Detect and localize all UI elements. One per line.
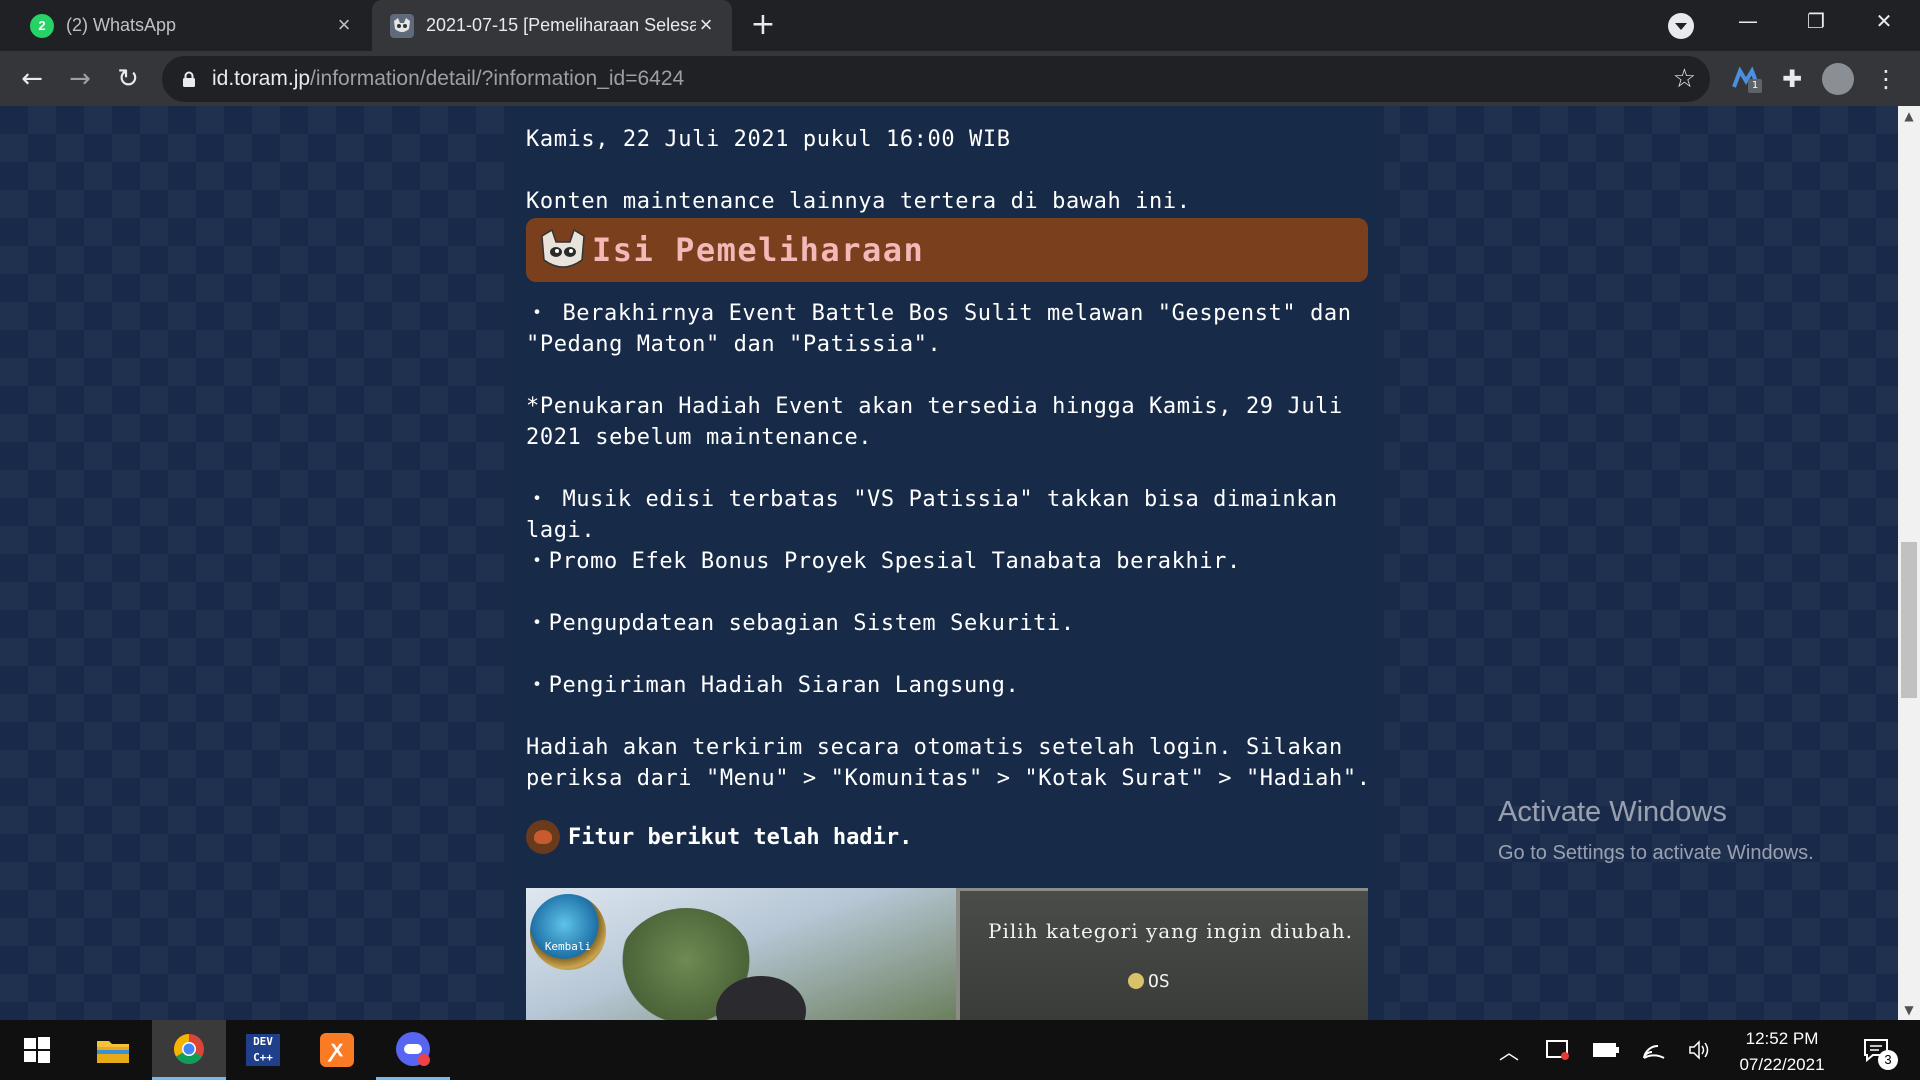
game-screenshot: Kembali Pilih kategori yang ingin diubah… (526, 888, 1368, 1020)
back-icon[interactable]: ← (14, 61, 50, 97)
back-label: Kembali (544, 940, 592, 953)
feature-heading: Fitur berikut telah hadir. (526, 820, 912, 854)
date-line: Kamis, 22 Juli 2021 pukul 16:00 WIB (526, 127, 1011, 152)
os-text: OS (1148, 971, 1170, 992)
battery-icon[interactable] (1588, 1020, 1624, 1080)
url-text[interactable]: id.toram.jp/information/detail/?informat… (212, 67, 684, 91)
back-button-image: Kembali (530, 894, 606, 970)
extension-icon[interactable]: 1 (1730, 63, 1762, 95)
url-host: id.toram.jp (212, 67, 311, 90)
item-music: ・ Musik edisi terbatas "VS Patissia" tak… (526, 487, 1338, 543)
clock-time: 12:52 PM (1745, 1029, 1819, 1048)
security-tray-icon[interactable] (1540, 1020, 1576, 1080)
chrome-menu-icon[interactable]: ⋮ (1870, 63, 1902, 95)
category-panel: Pilih kategori yang ingin diubah. OS (956, 888, 1368, 1020)
tab-toram-info[interactable]: 2021-07-15 [Pemeliharaan Selesai × (372, 0, 732, 51)
tab-strip: 2 (2) WhatsApp × 2021-07-15 [Pemeliharaa… (0, 0, 1920, 51)
new-tab-button[interactable]: + (748, 10, 778, 41)
url-path: /information/detail/?information_id=6424 (310, 67, 685, 90)
close-window-button[interactable]: ✕ (1850, 0, 1918, 44)
profile-avatar[interactable] (1822, 63, 1854, 95)
activate-windows-subtitle: Go to Settings to activate Windows. (1498, 842, 1814, 864)
discord-icon[interactable] (376, 1020, 450, 1080)
item-event-end: ・ Berakhirnya Event Battle Bos Sulit mel… (526, 301, 1352, 357)
windows-start-icon[interactable] (0, 1020, 74, 1080)
cat-mascot-icon (541, 228, 585, 268)
windows-taskbar: DEV C++ ꭗ ︿ 12:52 PM 07/22/2021 3 (0, 1020, 1920, 1080)
category-prompt: Pilih kategori yang ingin diubah. (988, 919, 1353, 943)
clock[interactable]: 12:52 PM 07/22/2021 (1712, 1026, 1852, 1078)
feature-heading-text: Fitur berikut telah hadir. (568, 824, 913, 850)
wifi-icon[interactable] (1636, 1020, 1672, 1080)
show-hidden-icons-icon[interactable]: ︿ (1494, 1020, 1524, 1080)
item-promo: ・Promo Efek Bonus Proyek Spesial Tanabat… (526, 549, 1241, 574)
item-livestream-gift: ・Pengiriman Hadiah Siaran Langsung. (526, 673, 1020, 698)
item-gift-instructions: Hadiah akan terkirim secara otomatis set… (526, 735, 1371, 791)
gear-icon (1128, 973, 1144, 989)
browser-toolbar: ← → ↻ id.toram.jp/information/detail/?in… (0, 51, 1920, 106)
item-security: ・Pengupdatean sebagian Sistem Sekuriti. (526, 611, 1075, 636)
dev-cpp-icon[interactable]: DEV C++ (226, 1020, 300, 1080)
item-exchange-note: *Penukaran Hadiah Event akan tersedia hi… (526, 394, 1343, 450)
tab-whatsapp[interactable]: 2 (2) WhatsApp × (0, 0, 370, 51)
bookmark-star-icon[interactable]: ☆ (1673, 65, 1696, 93)
restore-button[interactable]: ❐ (1782, 0, 1850, 44)
tab-title: 2021-07-15 [Pemeliharaan Selesai (426, 15, 696, 35)
tab-title: (2) WhatsApp (66, 15, 177, 35)
clock-date: 07/22/2021 (1739, 1055, 1825, 1074)
notification-count-badge: 3 (1878, 1050, 1898, 1070)
minimize-button[interactable]: — (1714, 0, 1782, 44)
extensions-puzzle-icon[interactable]: ✚ (1776, 63, 1808, 95)
scroll-thumb[interactable] (1901, 542, 1917, 698)
lock-icon (183, 71, 195, 87)
reload-icon[interactable]: ↻ (110, 61, 146, 97)
chrome-icon[interactable] (152, 1020, 226, 1080)
web-page: Kamis, 22 Juli 2021 pukul 16:00 WIB Kont… (0, 106, 1898, 1020)
os-label: OS (1128, 971, 1170, 992)
intro-text: Konten maintenance lainnya tertera di ba… (526, 189, 1191, 214)
close-tab-icon[interactable]: × (694, 13, 718, 37)
address-bar[interactable]: id.toram.jp/information/detail/?informat… (162, 56, 1710, 102)
scroll-up-icon[interactable]: ▲ (1898, 106, 1920, 126)
whatsapp-badge: 2 (38, 18, 46, 33)
toram-cat-icon (390, 13, 414, 38)
activate-windows-title: Activate Windows (1498, 796, 1727, 828)
tab-search-icon[interactable] (1668, 13, 1694, 39)
cat-bullet-icon (526, 820, 560, 854)
section-banner: Isi Pemeliharaan (526, 218, 1368, 282)
file-explorer-icon[interactable] (76, 1020, 150, 1080)
page-scrollbar[interactable]: ▲ ▼ (1898, 106, 1920, 1020)
close-tab-icon[interactable]: × (332, 13, 356, 37)
forward-icon[interactable]: → (62, 61, 98, 97)
whatsapp-icon: 2 (30, 13, 54, 38)
game-scene: Kembali (526, 888, 956, 1020)
scroll-down-icon[interactable]: ▼ (1898, 1000, 1920, 1020)
extension-badge: 1 (1748, 79, 1762, 93)
xampp-icon[interactable]: ꭗ (300, 1020, 374, 1080)
banner-title: Isi Pemeliharaan (592, 231, 925, 269)
